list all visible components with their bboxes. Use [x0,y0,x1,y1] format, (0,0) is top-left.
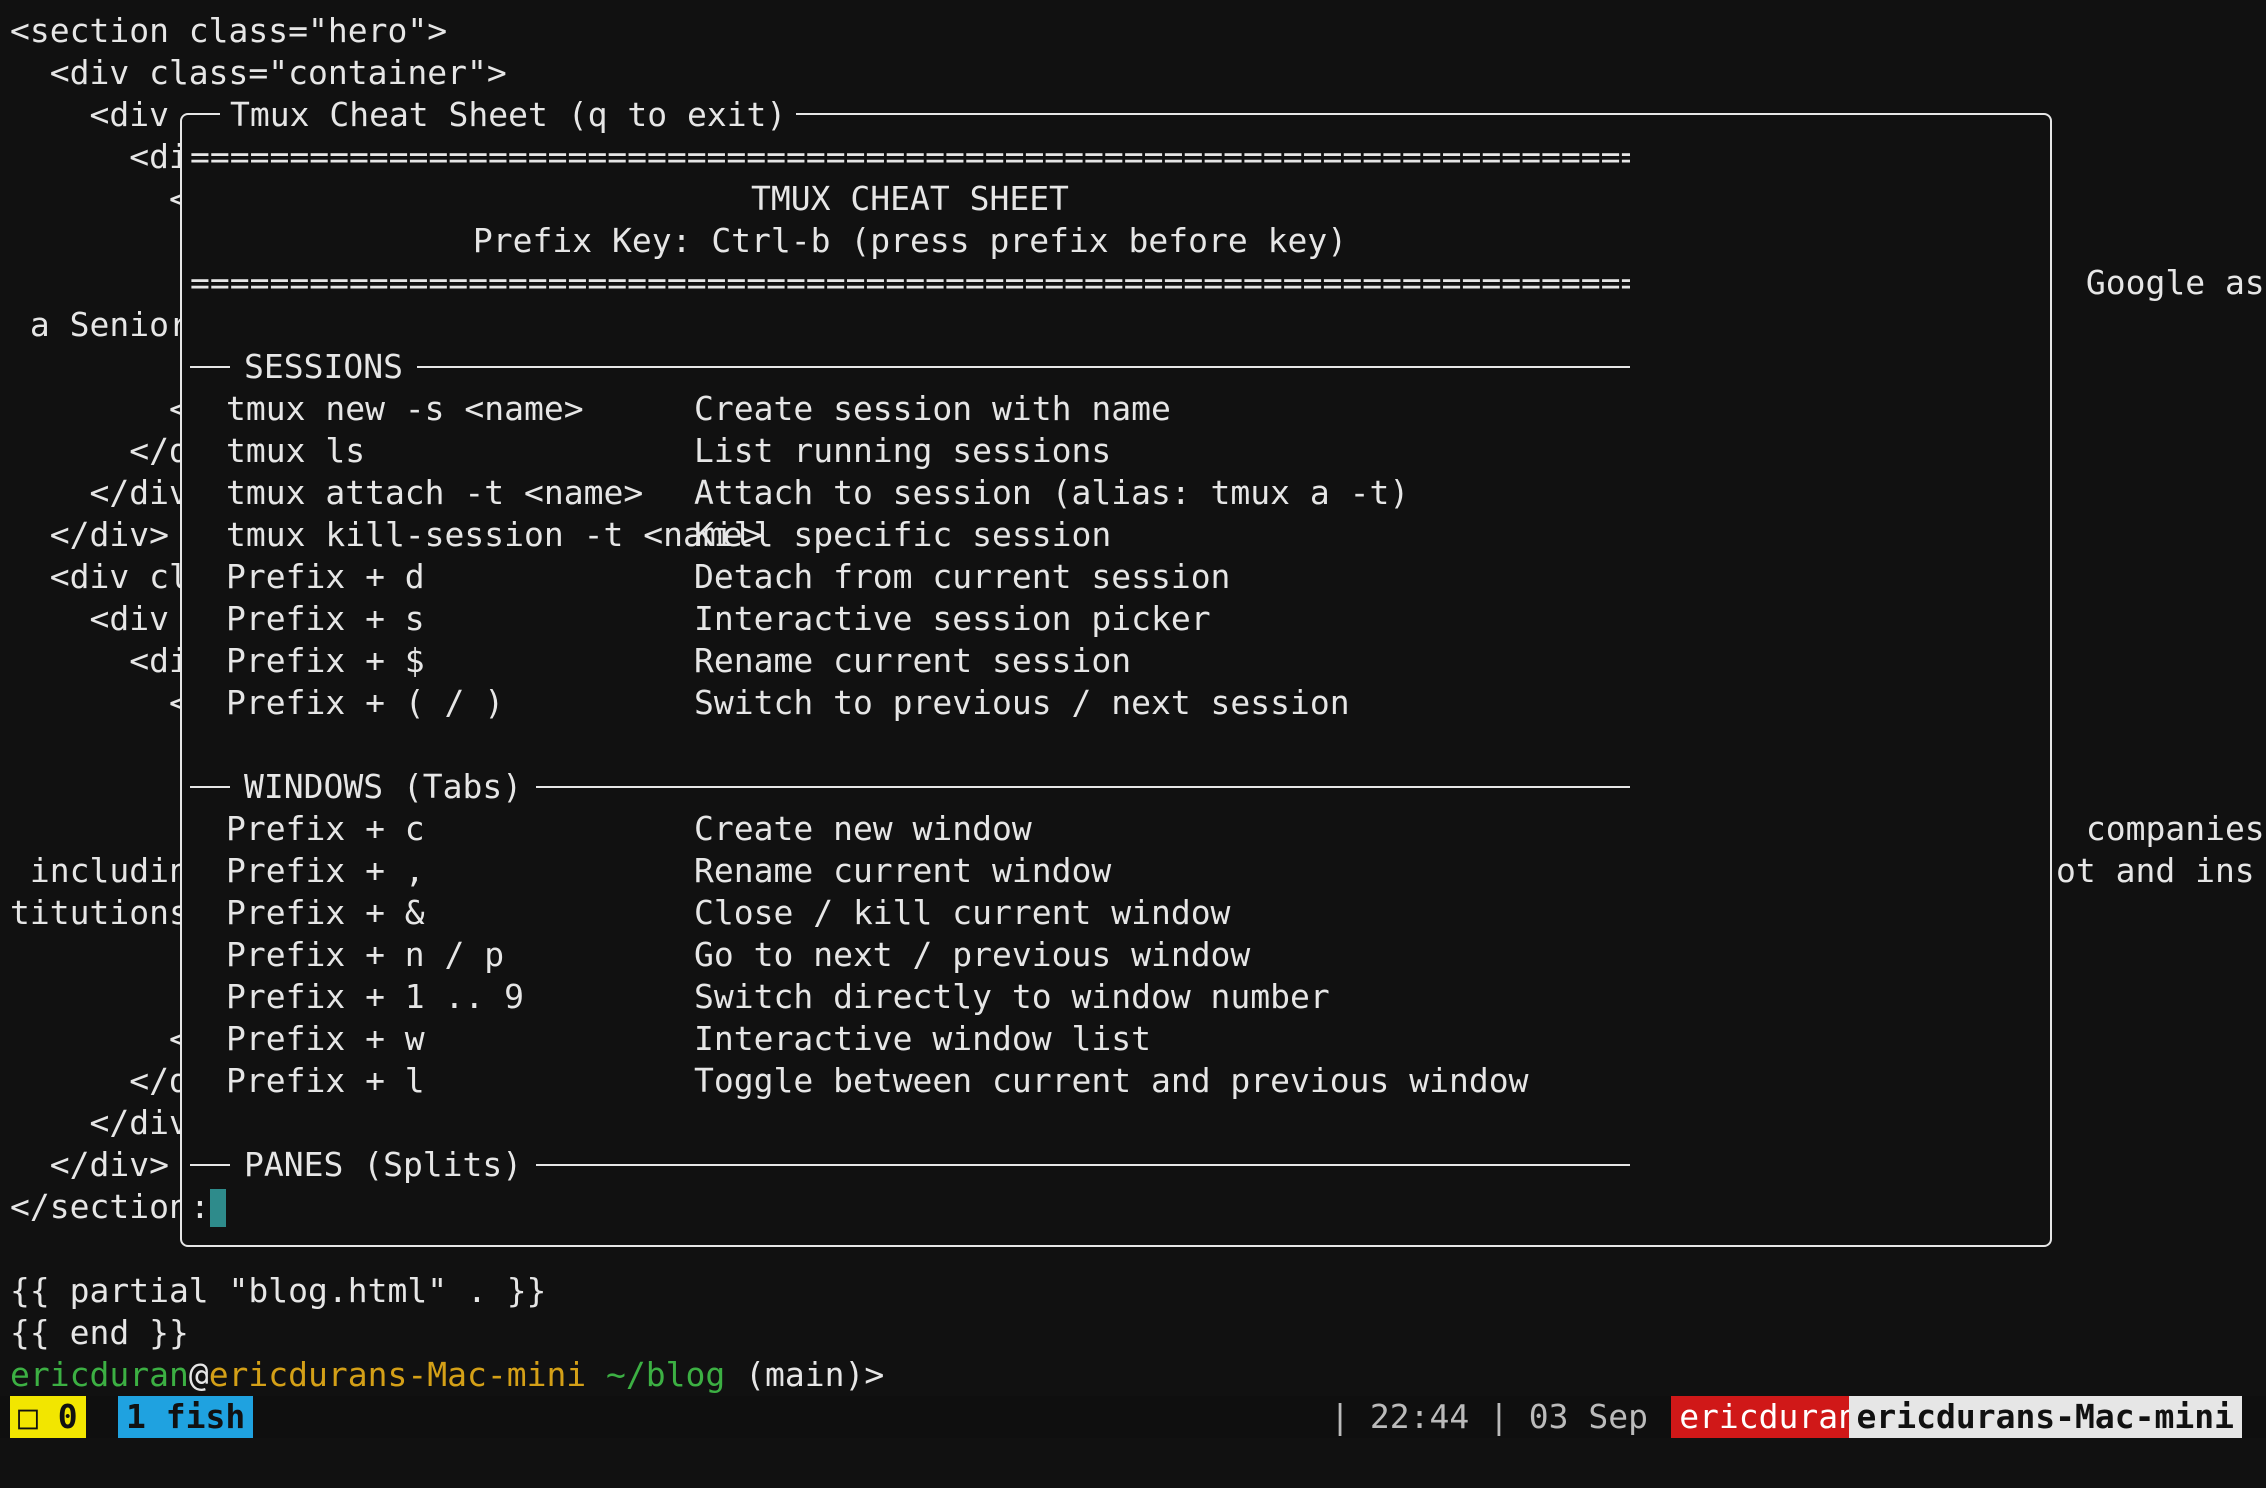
editor-line-right: ot and ins [2056,851,2255,890]
prefix-key-line: Prefix Key: Ctrl-b (press prefix before … [472,221,1348,260]
command-key: Prefix + & [226,893,425,932]
editor-line: </div [10,473,189,512]
editor-line: < [10,389,189,428]
editor-line: <section class="hero"> [10,11,448,50]
command-desc: Interactive window list [694,1019,1151,1058]
command-key: tmux ls [226,431,366,470]
prompt-at: @ [188,1355,209,1394]
command-desc: List running sessions [694,431,1112,470]
section-header-windows: WINDOWS (Tabs) [190,766,1630,808]
prompt-user: ericduran [10,1355,189,1394]
command-key: Prefix + ( / ) [226,683,505,722]
command-desc: Attach to session (alias: tmux a -t) [694,473,1410,512]
editor-line: <di [10,137,189,176]
section-title: PANES (Splits) [244,1145,523,1184]
command-key: Prefix + n / p [226,935,505,974]
command-desc: Close / kill current window [694,893,1231,932]
editor-line: <div cl [10,557,189,596]
command-desc: Create session with name [694,389,1171,428]
command-desc: Rename current session [694,641,1132,680]
editor-line: <div [10,95,169,134]
command-desc: Interactive session picker [694,599,1211,638]
separator-line: ========================================… [190,263,1630,302]
prompt-git-branch: (main)> [725,1355,885,1394]
command-desc: Create new window [694,809,1032,848]
command-desc: Rename current window [694,851,1112,890]
status-hostname: ericdurans-Mac-mini [1848,1396,2242,1438]
popup-title: Tmux Cheat Sheet (q to exit) [220,94,797,136]
editor-line: {{ partial "blog.html" . }} [10,1271,547,1310]
editor-line: </section [10,1187,189,1226]
editor-line: titutions [10,893,189,932]
section-header-sessions: SESSIONS [190,346,1630,388]
command-key: Prefix + , [226,851,425,890]
command-key: Prefix + l [226,1061,425,1100]
command-desc: Go to next / previous window [694,935,1251,974]
command-desc: Kill specific session [694,515,1112,554]
command-desc: Detach from current session [694,557,1231,596]
command-prompt[interactable]: : [190,1186,210,1228]
editor-line-right: Google as [2066,263,2265,302]
section-title: SESSIONS [244,347,403,386]
editor-line: </div> [10,515,189,554]
editor-line: <di [10,641,189,680]
editor-line: </d [10,431,189,470]
editor-line-right: companies [2066,809,2265,848]
command-key: tmux attach -t <name> [226,473,644,512]
editor-line: </div> [10,1145,189,1184]
prompt-directory: ~/blog [586,1355,726,1394]
status-username: ericduran [1671,1396,1866,1438]
section-title: WINDOWS (Tabs) [244,767,523,806]
command-key: Prefix + c [226,809,425,848]
editor-line: includin [10,851,189,890]
command-key: Prefix + $ [226,641,425,680]
editor-line: < [10,1019,189,1058]
tmux-status-bar: □ 0 1 fish | 22:44 | 03 Sep ericduran er… [0,1396,2266,1438]
command-desc: Switch directly to window number [694,977,1330,1016]
editor-line: < [10,683,189,722]
editor-line: {{ end }} [10,1313,189,1352]
command-desc: Switch to previous / next session [694,683,1350,722]
editor-line: a Senior [10,305,189,344]
editor-line: < [10,179,189,218]
command-desc: Toggle between current and previous wind… [694,1061,1529,1100]
command-key: tmux kill-session -t <name> [226,515,763,554]
shell-prompt[interactable]: ericduran@ericdurans-Mac-mini ~/blog (ma… [10,1354,884,1396]
prompt-host: ericdurans-Mac-mini [208,1355,587,1394]
command-key: Prefix + 1 .. 9 [226,977,525,1016]
command-key: tmux new -s <name> [226,389,584,428]
editor-line: <div [10,599,189,638]
command-key: Prefix + w [226,1019,425,1058]
cursor [210,1189,226,1227]
status-clock: | 22:44 | 03 Sep [1330,1397,1648,1436]
separator-line: ========================================… [190,137,1630,176]
editor-line: </d [10,1061,189,1100]
editor-line: <div class="container"> [10,53,507,92]
cheat-sheet-heading: TMUX CHEAT SHEET [751,179,1069,218]
command-key: Prefix + s [226,599,425,638]
command-key: Prefix + d [226,557,425,596]
window-tab-fish[interactable]: 1 fish [118,1396,254,1438]
section-header-panes: PANES (Splits) [190,1144,1630,1186]
session-indicator[interactable]: □ 0 [10,1396,86,1438]
editor-line: </div [10,1103,189,1142]
